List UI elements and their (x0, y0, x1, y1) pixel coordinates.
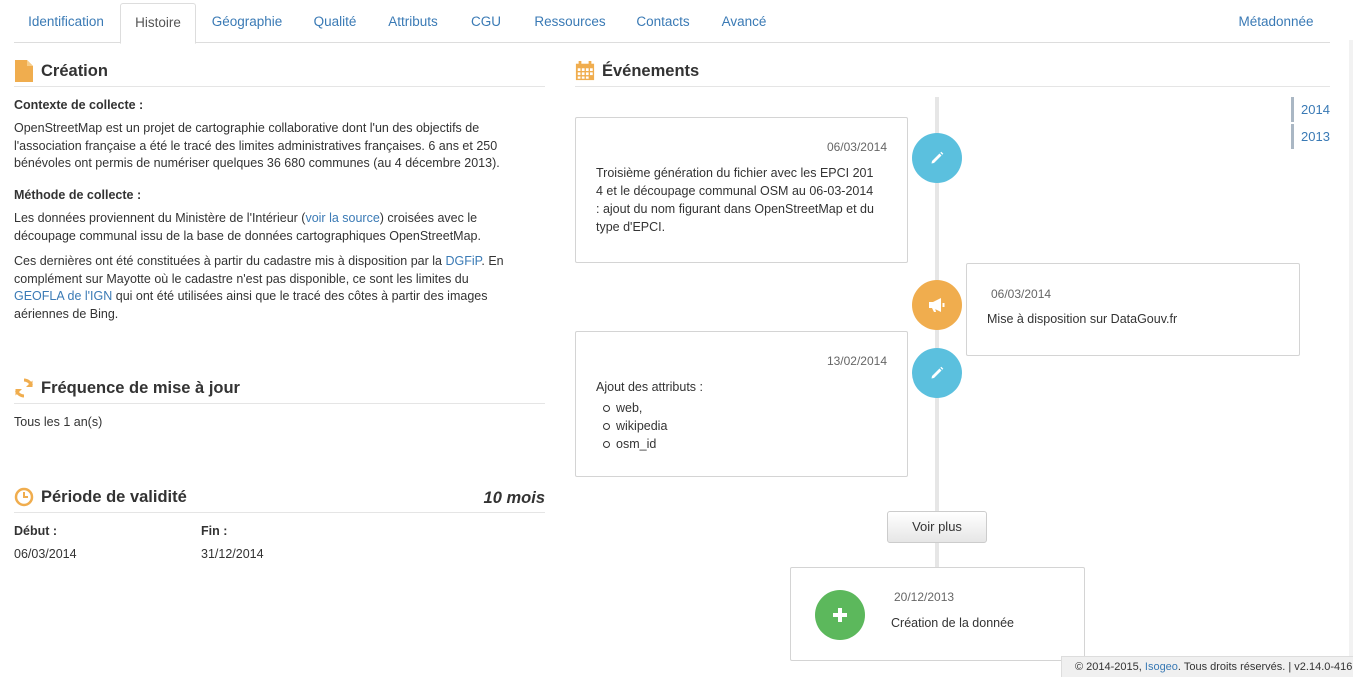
frequence-heading: Fréquence de mise à jour (14, 377, 240, 399)
tab-bar: Identification Histoire Géographie Quali… (14, 3, 1330, 44)
year-link-2013[interactable]: 2013 (1291, 124, 1330, 149)
list-item: wikipedia (576, 417, 896, 435)
calendar-icon (575, 60, 595, 82)
footer: © 2014-2015, Isogeo. Tous droits réservé… (1061, 656, 1353, 677)
fin-label: Fin : (201, 524, 228, 538)
year-nav: 2014 2013 (1291, 97, 1330, 151)
event-date: 06/03/2014 (991, 287, 1052, 301)
frequence-value: Tous les 1 an(s) (14, 415, 103, 429)
event-card: 06/03/2014 Mise à disposition sur DataGo… (966, 263, 1300, 356)
attribute-list: web, wikipedia osm_id (576, 399, 896, 453)
fin-value: 31/12/2014 (201, 547, 264, 561)
list-item: osm_id (576, 435, 896, 453)
methode-text-2: Ces dernières ont été constituées à part… (14, 254, 504, 321)
methode-text-1: Les données proviennent du Ministère de … (14, 211, 481, 243)
validite-heading: Période de validité (14, 486, 187, 508)
event-badge (815, 590, 865, 640)
evenements-heading: Événements (575, 60, 699, 82)
event-description: Ajout des attributs : web, wikipedia osm… (596, 378, 896, 453)
debut-label: Début : (14, 524, 58, 538)
contexte-label: Contexte de collecte : (14, 98, 144, 112)
tab-contacts[interactable]: Contacts (622, 3, 704, 43)
tab-metadonnee[interactable]: Métadonnée (1228, 3, 1324, 43)
voir-la-source-link[interactable]: voir la source (305, 211, 379, 225)
tab-cgu[interactable]: CGU (454, 3, 518, 43)
isogeo-link[interactable]: Isogeo (1145, 661, 1178, 673)
plus-icon (833, 608, 847, 622)
event-description: Troisième génération du fichier avec les… (596, 166, 874, 234)
event-badge (912, 348, 962, 398)
clock-icon (14, 486, 34, 508)
event-description: Mise à disposition sur DataGouv.fr (987, 312, 1178, 326)
pencil-icon (931, 151, 944, 164)
pencil-icon (931, 366, 944, 379)
divider (14, 512, 545, 513)
year-link-2014[interactable]: 2014 (1291, 97, 1330, 122)
frequence-title: Fréquence de mise à jour (41, 378, 240, 397)
methode-label: Méthode de collecte : (14, 188, 142, 202)
tab-qualite[interactable]: Qualité (298, 3, 372, 43)
contexte-text: OpenStreetMap est un projet de cartograp… (14, 121, 500, 170)
validite-duration: 10 mois (483, 489, 545, 507)
event-card: 20/12/2013 Création de la donnée (790, 567, 1085, 661)
event-card: 06/03/2014 Troisième génération du fichi… (575, 117, 908, 263)
tab-histoire[interactable]: Histoire (120, 3, 196, 44)
event-date: 13/02/2014 (826, 354, 887, 368)
scrollbar-edge[interactable] (1349, 40, 1353, 656)
tab-geographie[interactable]: Géographie (200, 3, 294, 43)
event-badge (912, 133, 962, 183)
divider (575, 86, 1330, 87)
divider (14, 86, 545, 87)
divider (14, 403, 545, 404)
geofla-ign-link[interactable]: GEOFLA de l'IGN (14, 289, 112, 303)
event-date: 20/12/2013 (894, 590, 955, 604)
event-description: Création de la donnée (891, 616, 1015, 630)
validite-title: Période de validité (41, 487, 187, 506)
tab-attributs[interactable]: Attributs (376, 3, 450, 43)
tab-ressources[interactable]: Ressources (522, 3, 618, 43)
refresh-icon (14, 377, 34, 399)
dgfip-link[interactable]: DGFiP (445, 254, 481, 268)
file-icon (14, 60, 34, 82)
tab-avance[interactable]: Avancé (708, 3, 780, 43)
creation-heading: Création (14, 60, 108, 82)
evenements-title: Événements (602, 61, 700, 80)
event-badge (912, 280, 962, 330)
voir-plus-button[interactable]: Voir plus (887, 511, 987, 543)
creation-title: Création (41, 61, 108, 80)
megaphone-icon (929, 298, 945, 312)
list-item: web, (576, 399, 896, 417)
tab-identification[interactable]: Identification (14, 3, 118, 43)
event-date: 06/03/2014 (826, 140, 887, 154)
debut-value: 06/03/2014 (14, 547, 77, 561)
event-card: 13/02/2014 Ajout des attributs : web, wi… (575, 331, 908, 477)
